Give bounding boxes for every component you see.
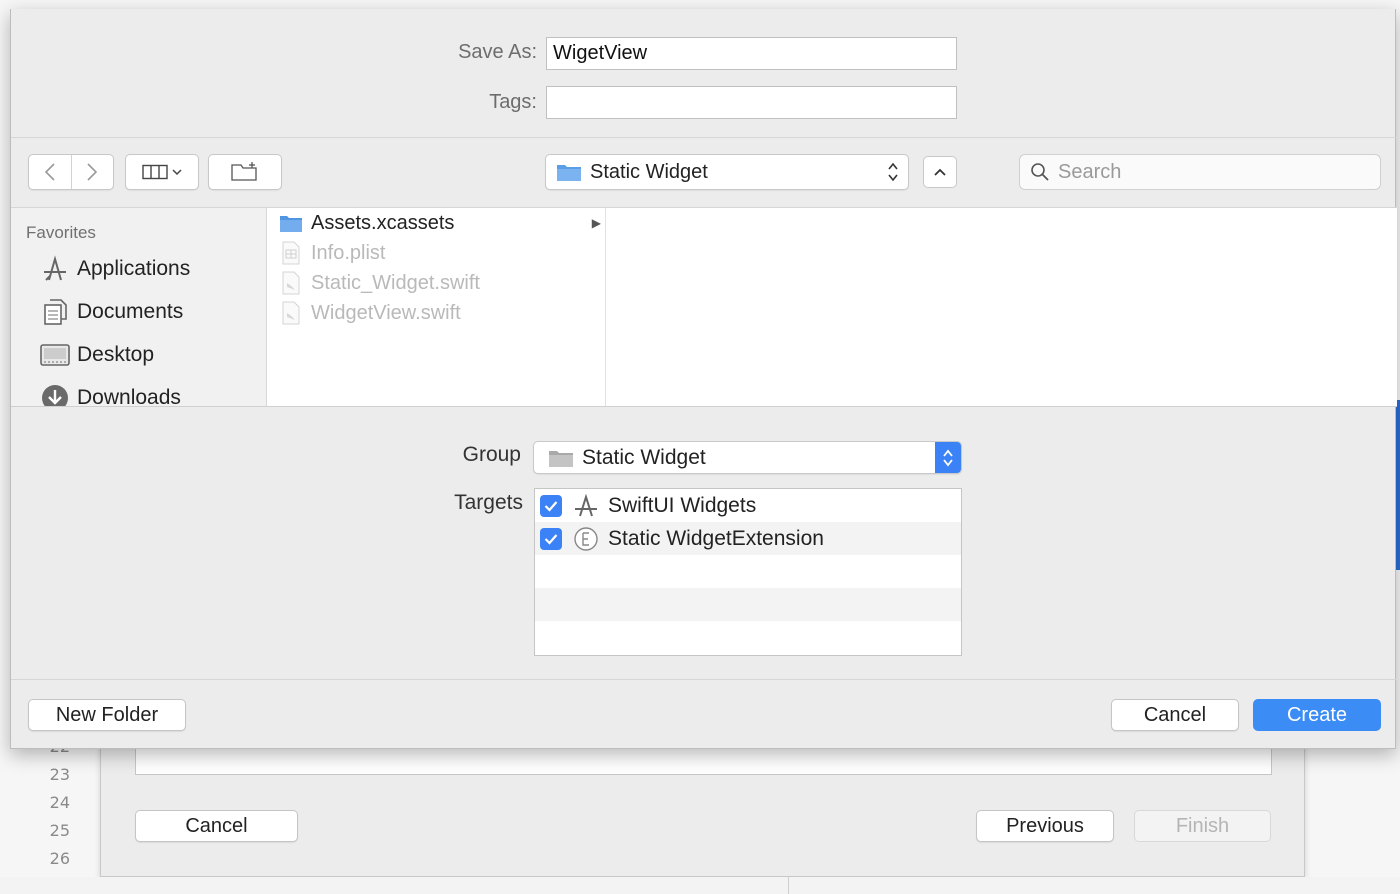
- swift-file-icon: [278, 271, 304, 295]
- target-row-empty: [535, 621, 961, 654]
- file-name: Info.plist: [311, 241, 386, 264]
- columns-view-icon: [142, 164, 168, 180]
- save-as-label: Save As:: [458, 41, 537, 63]
- background-selection-strip: [1396, 400, 1400, 570]
- save-sheet: Save As: WigetView Tags: Static Widget S…: [10, 9, 1397, 749]
- target-label: Static WidgetExtension: [608, 526, 824, 550]
- target-checkbox[interactable]: [540, 494, 562, 517]
- back-button[interactable]: [29, 155, 71, 189]
- wizard-cancel-button[interactable]: Cancel: [135, 810, 298, 842]
- save-as-field[interactable]: WigetView: [546, 37, 957, 70]
- sidebar-item-label: Desktop: [77, 343, 155, 366]
- target-row-empty: [535, 555, 961, 588]
- up-down-arrows-icon: [878, 161, 908, 183]
- navigation-segment: [28, 154, 114, 190]
- folder-icon: [278, 211, 304, 235]
- plist-file-icon: [278, 241, 304, 265]
- chevron-right-icon: [87, 163, 98, 181]
- documents-icon: [39, 297, 71, 327]
- line-number-gutter: 22 23 24 25 26 27: [0, 735, 100, 894]
- location-popup[interactable]: Static Widget: [545, 154, 909, 190]
- tags-field[interactable]: [546, 86, 957, 119]
- wizard-finish-button: Finish: [1134, 810, 1271, 842]
- line-number: 23: [49, 765, 70, 784]
- tags-label: Tags:: [489, 91, 537, 113]
- swift-file-icon: [278, 301, 304, 325]
- new-file-wizard: Cancel Previous Finish: [100, 735, 1305, 877]
- sidebar-item-label: Downloads: [77, 386, 181, 406]
- folder-icon: [557, 165, 581, 181]
- location-label: Static Widget: [590, 160, 708, 183]
- target-checkbox[interactable]: [540, 527, 562, 550]
- target-row-empty: [535, 588, 961, 621]
- chevron-up-icon: [934, 168, 946, 176]
- view-mode-button[interactable]: [125, 154, 199, 190]
- downloads-icon: [39, 383, 71, 406]
- up-down-arrows-icon: [935, 442, 961, 473]
- file-row-widgetview-swift: WidgetView.swift: [268, 298, 605, 328]
- target-label: SwiftUI Widgets: [608, 493, 757, 517]
- targets-list: SwiftUI Widgets Static WidgetExtension: [534, 488, 962, 656]
- wizard-previous-button[interactable]: Previous: [976, 810, 1114, 842]
- folder-icon: [549, 450, 573, 467]
- footer-divider: [788, 877, 789, 894]
- group-popup[interactable]: Static Widget: [533, 441, 962, 474]
- checkmark-icon: [544, 533, 558, 545]
- file-row-assets[interactable]: Assets.xcassets ▶: [268, 208, 605, 238]
- search-placeholder: Search: [1058, 160, 1122, 183]
- sidebar-item-desktop[interactable]: Desktop: [39, 338, 154, 372]
- line-number: 24: [49, 793, 70, 812]
- desktop-icon: [39, 340, 71, 370]
- extension-target-icon: [572, 525, 600, 553]
- line-number: 25: [49, 821, 70, 840]
- chevron-down-icon: [172, 169, 182, 176]
- target-row-swiftui-widgets: SwiftUI Widgets: [535, 489, 961, 522]
- file-row-static-widget-swift: Static_Widget.swift: [268, 268, 605, 298]
- search-field[interactable]: Search: [1019, 154, 1381, 190]
- create-button[interactable]: Create: [1253, 699, 1381, 731]
- footer-divider: [11, 679, 1397, 680]
- sidebar-heading: Favorites: [26, 223, 96, 242]
- file-browser: Favorites Applications Documents Desktop…: [11, 207, 1397, 407]
- file-row-info-plist: Info.plist: [268, 238, 605, 268]
- group-value: Static Widget: [582, 445, 706, 469]
- sidebar-item-label: Documents: [77, 300, 184, 323]
- new-folder-toolbar-button[interactable]: [208, 154, 282, 190]
- search-icon: [1031, 163, 1049, 181]
- editor-footer: [0, 877, 1400, 894]
- new-folder-icon: [231, 162, 257, 181]
- sidebar-item-applications[interactable]: Applications: [39, 252, 190, 286]
- target-row-static-widget-extension: Static WidgetExtension: [535, 522, 961, 555]
- expand-toggle-button[interactable]: [923, 156, 957, 188]
- forward-button[interactable]: [71, 155, 113, 189]
- file-name: Static_Widget.swift: [311, 271, 480, 294]
- applications-icon: [39, 254, 71, 284]
- sidebar-item-downloads[interactable]: Downloads: [39, 381, 181, 406]
- group-label: Group: [462, 443, 521, 466]
- file-name: WidgetView.swift: [311, 301, 461, 324]
- toolbar-divider: [11, 137, 1397, 138]
- disclosure-triangle-icon: ▶: [591, 216, 601, 230]
- app-target-icon: [572, 492, 600, 520]
- file-name: Assets.xcassets: [311, 211, 455, 234]
- cancel-button[interactable]: Cancel: [1111, 699, 1239, 731]
- sidebar-item-label: Applications: [77, 257, 191, 280]
- new-folder-button[interactable]: New Folder: [28, 699, 186, 731]
- file-column: Assets.xcassets ▶ Info.plist Static_Widg…: [268, 208, 606, 406]
- targets-label: Targets: [454, 491, 523, 514]
- sidebar-item-documents[interactable]: Documents: [39, 295, 183, 329]
- checkmark-icon: [544, 500, 558, 512]
- sidebar: Favorites Applications Documents Desktop…: [11, 208, 267, 406]
- chevron-left-icon: [44, 163, 55, 181]
- line-number: 26: [49, 849, 70, 868]
